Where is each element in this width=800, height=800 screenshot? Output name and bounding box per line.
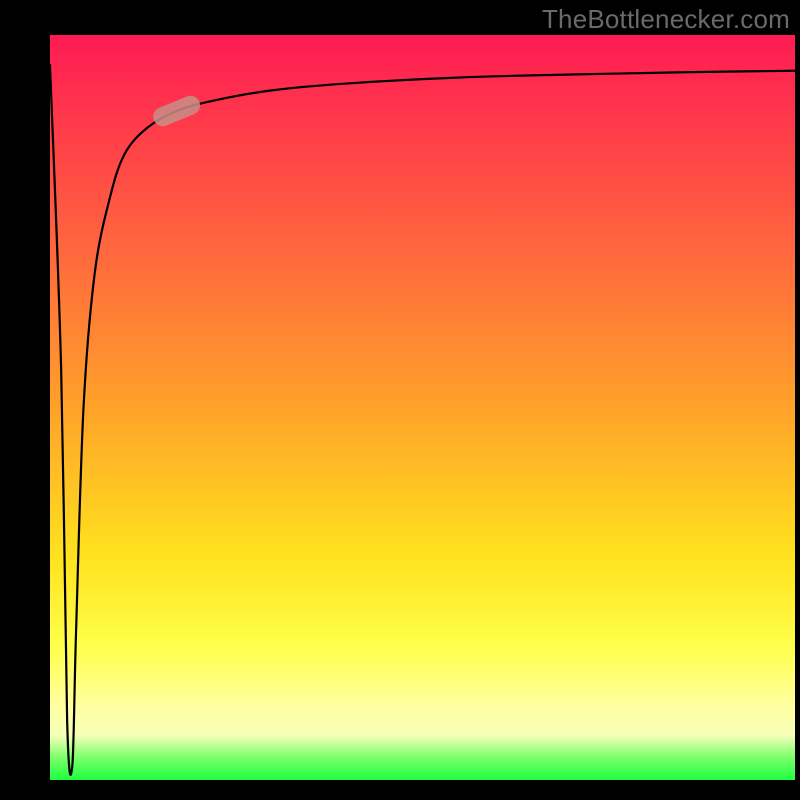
highlight-marker <box>151 94 202 129</box>
curve-layer <box>50 35 795 780</box>
plot-area <box>50 35 795 780</box>
bottleneck-curve <box>50 65 795 775</box>
attribution-label: TheBottlenecker.com <box>542 4 790 35</box>
chart-frame: TheBottlenecker.com <box>0 0 800 800</box>
